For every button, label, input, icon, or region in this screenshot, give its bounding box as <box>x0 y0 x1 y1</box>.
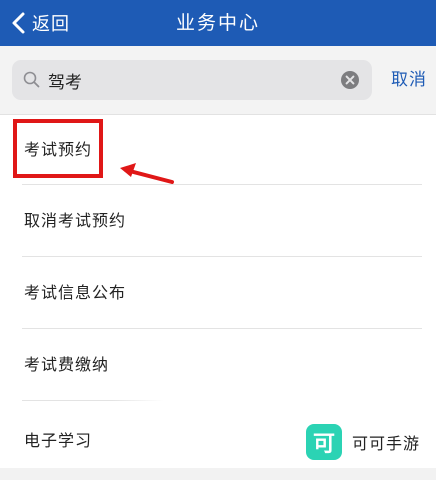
list-item-label: 考试费缴纳 <box>24 355 110 374</box>
search-icon <box>23 71 40 88</box>
clear-icon[interactable] <box>340 70 360 90</box>
screen: 返回 业务中心 取消 考试预约 取消考试预约 <box>0 0 436 480</box>
bottom-bar <box>0 468 436 480</box>
search-input[interactable] <box>42 60 340 100</box>
search-bar: 取消 <box>0 46 436 115</box>
back-button[interactable]: 返回 <box>8 0 70 46</box>
list-item-cancel-booking[interactable]: 取消考试预约 <box>0 185 436 257</box>
watermark-text: 可可手游 <box>352 434 421 453</box>
watermark-logo: 可 <box>306 424 342 460</box>
list-item-label: 考试信息公布 <box>24 283 127 302</box>
list-item-exam-booking[interactable]: 考试预约 <box>0 115 436 185</box>
list-item-exam-info[interactable]: 考试信息公布 <box>0 257 436 329</box>
list-item-label: 取消考试预约 <box>24 211 127 230</box>
search-box[interactable] <box>12 60 372 100</box>
list-item-exam-fee[interactable]: 考试费缴纳 <box>0 329 436 401</box>
list-item-label: 考试预约 <box>24 140 93 159</box>
watermark-logo-glyph: 可 <box>312 432 335 457</box>
nav-bar: 返回 业务中心 <box>0 0 436 46</box>
cancel-button[interactable]: 取消 <box>386 60 432 100</box>
watermark: 可 可可手游 <box>306 424 420 460</box>
back-label: 返回 <box>32 14 70 35</box>
result-list: 考试预约 取消考试预约 考试信息公布 考试费缴纳 电子学习 <box>0 115 436 473</box>
chevron-left-icon <box>12 12 25 34</box>
list-item-label: 电子学习 <box>24 431 93 450</box>
